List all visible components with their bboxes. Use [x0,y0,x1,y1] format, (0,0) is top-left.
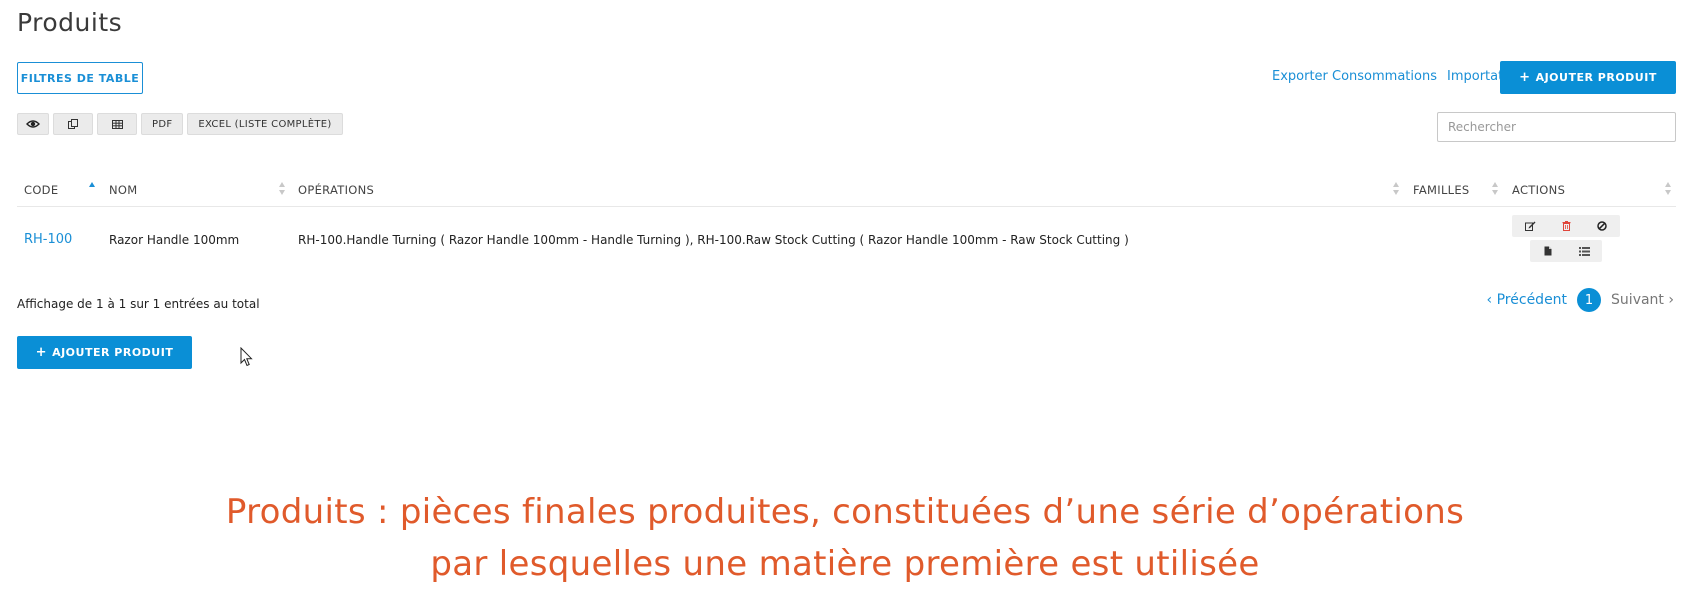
add-product-button-bottom[interactable]: + AJOUTER PRODUIT [17,336,192,369]
search-input[interactable] [1437,112,1676,142]
table-filters-button[interactable]: FILTRES DE TABLE [17,62,143,94]
add-product-label: AJOUTER PRODUIT [52,346,174,359]
previous-label: Précédent [1496,292,1568,308]
column-header-code[interactable]: CODE [24,183,58,197]
column-header-operations[interactable]: OPÉRATIONS [298,183,374,197]
pdf-button[interactable]: PDF [141,113,184,135]
top-links: Exporter Consommations Importation [1272,69,1523,84]
previous-page-link[interactable]: ‹ Précédent [1487,292,1568,308]
csv-button[interactable] [97,113,137,135]
export-consumptions-link[interactable]: Exporter Consommations [1272,69,1437,84]
chevron-right-icon: › [1663,292,1674,308]
caption-line-2: par lesquelles une matière première est … [430,544,1260,584]
plus-icon: + [1519,70,1531,85]
column-visibility-button[interactable] [17,113,49,135]
mouse-cursor-icon [240,347,253,367]
export-toolbar: PDF EXCEL (LISTE COMPLÈTE) [17,113,343,135]
sort-nom-icon[interactable] [279,182,287,196]
column-header-nom[interactable]: NOM [109,183,137,197]
sort-operations-icon[interactable] [1393,182,1401,196]
excel-button[interactable]: EXCEL (LISTE COMPLÈTE) [187,113,343,135]
column-header-familles[interactable]: FAMILLES [1413,183,1470,197]
add-product-label: AJOUTER PRODUIT [1535,71,1657,84]
document-icon [1544,246,1552,256]
slide-caption: Produits : pièces finales produites, con… [0,486,1690,590]
sort-familles-icon[interactable] [1492,182,1500,196]
edit-button[interactable] [1512,215,1548,237]
next-label: Suivant [1611,292,1664,308]
chevron-left-icon: ‹ [1486,292,1497,308]
header-divider [17,206,1676,207]
caption-line-1: Produits : pièces finales produites, con… [225,492,1465,532]
table-info-text: Affichage de 1 à 1 sur 1 entrées au tota… [17,297,260,311]
plus-icon: + [35,345,48,360]
add-product-button-top[interactable]: + AJOUTER PRODUIT [1500,61,1676,94]
product-code-link[interactable]: RH-100 [24,232,72,247]
grid-icon [111,119,123,129]
product-operations: RH-100.Handle Turning ( Razor Handle 100… [298,233,1129,247]
copy-button[interactable] [53,113,93,135]
page-1-button[interactable]: 1 [1577,288,1602,312]
delete-button[interactable] [1548,215,1584,237]
disable-button[interactable] [1584,215,1620,237]
page-title: Produits [17,8,123,37]
edit-icon [1524,221,1535,231]
actions-row-1 [1512,215,1620,237]
delete-icon [1562,221,1570,231]
list-icon [1578,246,1590,256]
disable-icon [1597,221,1607,231]
sort-actions-icon[interactable] [1665,182,1673,196]
sort-code-icon[interactable] [89,182,97,196]
list-button[interactable] [1566,240,1602,262]
actions-row-2 [1530,240,1602,262]
document-button[interactable] [1530,240,1566,262]
eye-icon [26,120,40,128]
next-page-link[interactable]: Suivant › [1611,292,1674,308]
pagination: ‹ Précédent 1 Suivant › [1487,288,1674,312]
product-name: Razor Handle 100mm [109,233,240,247]
column-header-actions[interactable]: ACTIONS [1512,183,1565,197]
copy-icon [67,118,78,129]
